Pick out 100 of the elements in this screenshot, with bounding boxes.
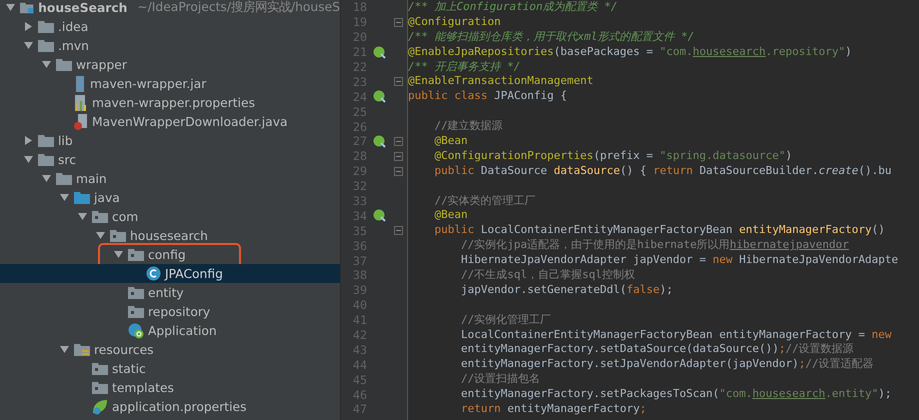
bean-gutter-icon[interactable] — [372, 46, 386, 59]
folder-icon — [110, 229, 126, 242]
bean-gutter-icon[interactable] — [372, 209, 386, 222]
tree-row[interactable]: src — [0, 150, 340, 169]
fold-marker-icon[interactable] — [394, 77, 402, 86]
expanded-arrow-icon[interactable] — [24, 41, 32, 50]
expanded-arrow-icon[interactable] — [60, 345, 68, 354]
tree-row[interactable]: repository — [0, 302, 340, 321]
code-line: HibernateJpaVendorAdapter japVendor = new HibernateJpaVendorAdapte — [460, 253, 898, 268]
tree-row[interactable]: wrapper — [0, 55, 340, 74]
tree-row[interactable]: Application — [0, 321, 340, 340]
collapsed-arrow-icon[interactable] — [24, 22, 32, 31]
code-line: /** 能够扫描到仓库类，用于取代xml形式的配置文件 */ — [408, 30, 694, 45]
code-line: @EnableJpaRepositories(basePackages = "com.housesearch.repository") — [408, 44, 852, 60]
bean-gutter-icon[interactable] — [372, 134, 386, 148]
tree-item-label: entity — [148, 286, 184, 300]
tree-row[interactable]: entity — [0, 283, 340, 302]
expanded-arrow-icon[interactable] — [24, 155, 32, 164]
collapsed-arrow-icon[interactable] — [24, 136, 32, 145]
code-line: public class JPAConfig { — [408, 89, 567, 104]
folder-icon — [38, 20, 54, 33]
expanded-arrow-icon[interactable] — [114, 250, 122, 259]
fold-marker-icon[interactable] — [394, 226, 402, 236]
tree-row[interactable]: lib — [0, 131, 340, 150]
tree-row[interactable]: maven-wrapper.jar — [0, 74, 340, 93]
code-line: @EnableTransactionManagement — [408, 74, 594, 90]
code-line: @ConfigurationProperties(prefix = "spring.datasource") — [433, 148, 792, 164]
tree-item-label: wrapper — [76, 58, 127, 72]
code-line: public DataSource dataSource() { return DataSourceBuilder.create().bu — [433, 164, 892, 179]
folder-icon — [128, 286, 144, 299]
tree-row[interactable]: maven-wrapper.properties — [0, 93, 340, 112]
tree-row[interactable]: static — [0, 359, 340, 378]
code-line: /** 加上Configuration成为配置类 */ — [408, 0, 618, 15]
code-line: //实例化管理工厂 — [460, 312, 552, 328]
code-line: //设置扫描包名 — [460, 372, 540, 388]
tree-row[interactable]: templates — [0, 378, 340, 397]
code-line: @Configuration — [408, 14, 501, 30]
tree-row[interactable]: houseSearch ~/IdeaProjects/搜房网实战/houseS — [0, 0, 340, 17]
folder-icon — [92, 210, 108, 223]
tree-row[interactable]: main — [0, 169, 340, 188]
expanded-arrow-icon[interactable] — [96, 231, 104, 240]
tree-item-label: housesearch — [130, 228, 208, 242]
expanded-arrow-icon[interactable] — [42, 60, 50, 69]
java-file-icon — [74, 114, 88, 130]
tree-item-label: templates — [112, 380, 174, 394]
tree-item-label: main — [76, 172, 107, 186]
tree-item-label: application.properties — [112, 400, 246, 414]
code-line: //建立数据源 — [433, 119, 503, 134]
expanded-arrow-icon[interactable] — [6, 3, 14, 12]
tree-item-label: repository — [148, 304, 210, 318]
code-line: entityManagerFactory.setJpaVendorAdapter(japVendor);//设置适配器 — [460, 357, 874, 372]
folder-icon — [92, 362, 108, 375]
properties-file-icon — [74, 94, 88, 110]
bean-gutter-icon[interactable] — [372, 90, 386, 104]
tree-item-label: com — [112, 210, 138, 224]
code-line: japVendor.setGenerateDdl(false); — [460, 282, 673, 298]
tree-row[interactable]: resources — [0, 340, 340, 359]
code-line: //不生成sql，自己掌握sql控制权 — [460, 268, 635, 283]
tree-item-label: maven-wrapper.jar — [90, 76, 206, 90]
code-line: //实体类的管理工厂 — [433, 194, 536, 208]
tree-row[interactable]: application.properties — [0, 397, 340, 416]
jar-file-icon — [74, 76, 86, 92]
spring-class-icon — [128, 322, 144, 338]
code-line: LocalContainerEntityManagerFactoryBean entityManagerFactory = new — [460, 328, 892, 342]
code-line: return entityManagerFactory; — [460, 402, 646, 417]
source-folder-icon — [74, 191, 90, 204]
tree-item-label: src — [58, 152, 76, 166]
folder-icon — [128, 248, 144, 261]
tree-item-label: .mvn — [58, 38, 89, 52]
code-line: @Bean — [433, 208, 468, 224]
spring-leaf-icon — [92, 398, 108, 414]
tree-row[interactable]: .idea — [0, 17, 340, 36]
tree-item-label: lib — [58, 134, 73, 148]
folder-icon — [38, 134, 54, 147]
fold-marker-icon[interactable] — [394, 166, 402, 176]
tree-item-label: maven-wrapper.properties — [92, 96, 255, 110]
tree-item-label: .idea — [58, 20, 88, 34]
folder-icon — [56, 172, 72, 185]
fold-marker-icon[interactable] — [394, 136, 402, 146]
expanded-arrow-icon[interactable] — [42, 174, 50, 183]
tree-row[interactable]: JPAConfig — [0, 264, 340, 283]
expanded-arrow-icon[interactable] — [78, 212, 86, 221]
tree-item-label: static — [112, 362, 146, 376]
folder-icon — [38, 153, 54, 166]
folder-icon — [92, 381, 108, 394]
expanded-arrow-icon[interactable] — [60, 193, 68, 202]
fold-marker-icon[interactable] — [394, 18, 402, 27]
tree-row[interactable]: MavenWrapperDownloader.java — [0, 112, 340, 131]
tree-row[interactable]: housesearch — [0, 226, 340, 245]
code-line: //实例化jpa适配器，由于使用的是hibernate所以用hibernatejpavendor — [460, 238, 849, 254]
tree-item-label: java — [94, 190, 120, 204]
code-line: entityManagerFactory.setDataSource(dataSource());//设置数据源 — [460, 342, 854, 358]
fold-marker-icon[interactable] — [394, 152, 402, 161]
tree-row[interactable]: java — [0, 188, 340, 207]
tree-row[interactable]: .mvn — [0, 36, 340, 55]
tree-row[interactable]: com — [0, 207, 340, 226]
tree-item-label: houseSearch — [38, 0, 128, 14]
tree-item-label: resources — [94, 342, 154, 356]
folder-icon — [56, 58, 72, 71]
project-folder-icon — [20, 0, 34, 14]
